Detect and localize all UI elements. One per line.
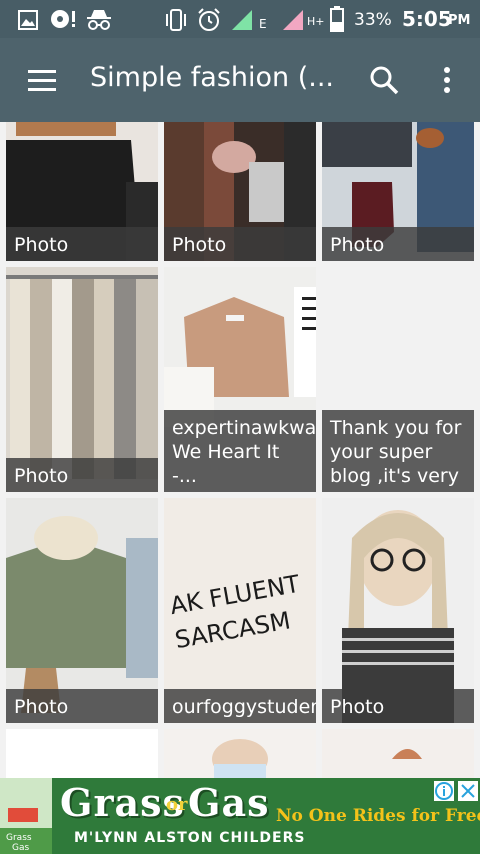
ad-info-button[interactable] xyxy=(434,781,454,801)
ad-banner[interactable]: Grass Gas Grass or Gas M'LYNN ALSTON CHI… xyxy=(0,778,480,854)
music-alert-icon xyxy=(51,10,75,28)
info-icon xyxy=(434,781,454,801)
grid-tile[interactable]: Photo xyxy=(164,122,316,261)
grid-tile[interactable] xyxy=(6,729,158,778)
vibrate-icon xyxy=(166,9,186,31)
incognito-icon xyxy=(87,10,111,30)
hamburger-menu-icon xyxy=(28,70,56,91)
tile-caption: Photo xyxy=(164,227,316,261)
grid-tile[interactable]: Photo xyxy=(322,122,474,261)
tile-caption: Photo xyxy=(6,689,158,723)
ad-author: M'LYNN ALSTON CHILDERS xyxy=(74,830,306,846)
tile-caption: Photo xyxy=(6,458,158,492)
grass-logo-image: Grass Gas xyxy=(0,778,52,854)
search-button[interactable] xyxy=(364,60,404,100)
grid-tile[interactable]: Photo xyxy=(6,498,158,723)
grid-tile[interactable]: Thank you for your super blog ,it's very xyxy=(322,267,474,492)
photo-grid: Photo Photo Photo Photo expertinawkwa We… xyxy=(0,122,480,778)
ad-close-button[interactable] xyxy=(458,781,478,801)
more-options-button[interactable] xyxy=(430,60,464,100)
tile-caption: ourfoggystudenteagle: xyxy=(164,689,316,723)
grid-tile[interactable]: Photo xyxy=(6,267,158,492)
grid-tile[interactable]: Photo xyxy=(322,498,474,723)
grid-tile[interactable] xyxy=(164,729,316,778)
app-bar: Simple fashion (... xyxy=(0,38,480,122)
clock-ampm: PM xyxy=(448,13,471,28)
tile-image xyxy=(6,729,158,778)
battery-percent: 33% xyxy=(354,10,392,30)
status-bar: E H+ 33% 5:05 PM xyxy=(0,0,480,38)
ad-title-or: or xyxy=(166,794,188,815)
ad-title-gas: Gas xyxy=(188,780,270,825)
clock: 5:05 xyxy=(402,7,452,31)
ad-tagline: No One Rides for Free xyxy=(276,806,480,826)
tile-caption: Photo xyxy=(322,227,474,261)
ad-logo: Grass Gas xyxy=(0,778,52,854)
signal-roaming-icon xyxy=(283,10,303,30)
grid-tile[interactable]: Photo xyxy=(6,122,158,261)
network-e-label: E xyxy=(259,17,267,31)
battery-icon xyxy=(330,6,344,32)
network-h-label: H+ xyxy=(307,15,325,28)
more-vert-icon xyxy=(444,67,450,93)
menu-button[interactable] xyxy=(18,64,66,98)
svg-text:Grass: Grass xyxy=(6,833,32,843)
tile-image xyxy=(322,729,474,778)
svg-text:Gas: Gas xyxy=(12,843,29,853)
search-icon xyxy=(370,66,399,95)
gallery-icon xyxy=(18,10,38,30)
tile-image xyxy=(164,729,316,778)
tile-caption: Photo xyxy=(322,689,474,723)
close-icon xyxy=(458,781,478,801)
grid-tile[interactable]: AK FLUENT SARCASM ourfoggystudenteagle: xyxy=(164,498,316,723)
grid-tile[interactable]: expertinawkward: We Heart It -... xyxy=(164,267,316,492)
grid-tile[interactable] xyxy=(322,729,474,778)
tile-caption: Thank you for your super blog ,it's very xyxy=(322,410,474,492)
signal-icon xyxy=(232,10,252,30)
page-title: Simple fashion (... xyxy=(90,62,335,93)
tile-caption: expertinawkward: We Heart It -... xyxy=(164,410,316,492)
alarm-icon xyxy=(198,8,220,31)
tile-caption: Photo xyxy=(6,227,158,261)
